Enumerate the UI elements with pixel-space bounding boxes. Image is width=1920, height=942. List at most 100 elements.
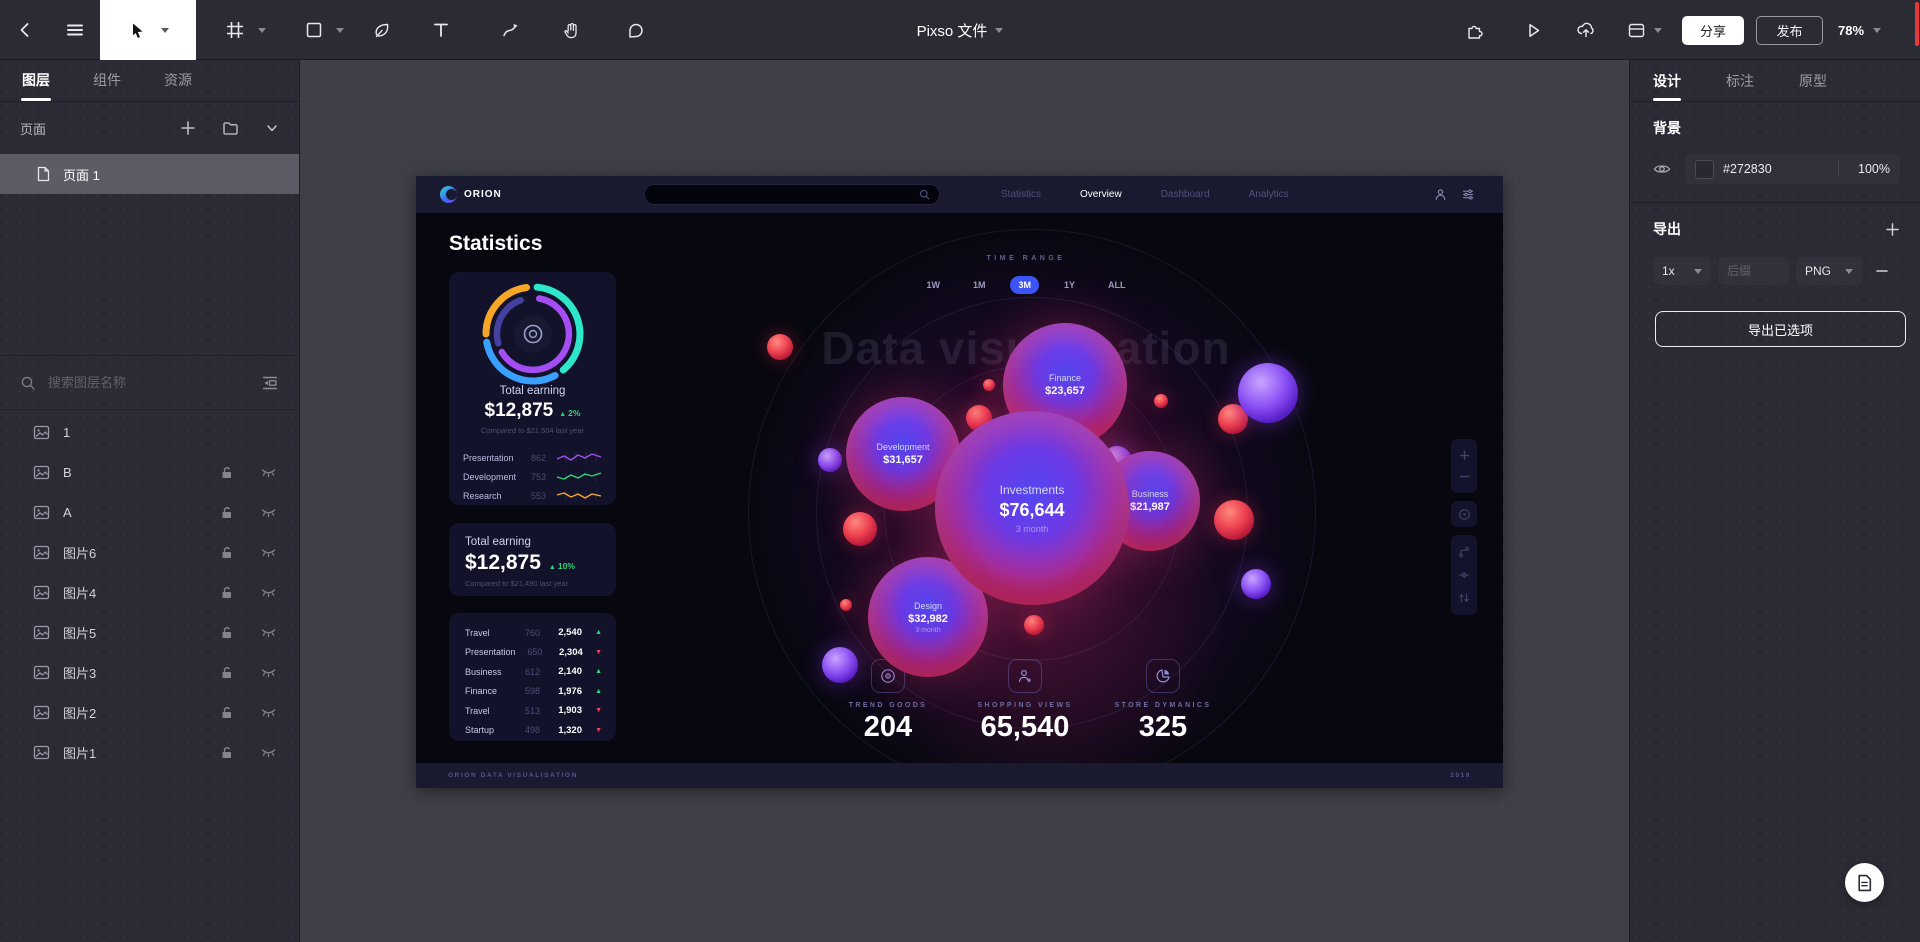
export-scale-select[interactable]: 1x bbox=[1653, 257, 1711, 285]
time-tab-1m[interactable]: 1M bbox=[965, 276, 994, 294]
collapse-pages-button[interactable] bbox=[265, 121, 279, 135]
eye-closed-icon[interactable] bbox=[260, 545, 277, 559]
feedback-fab-button[interactable] bbox=[1845, 863, 1884, 902]
layer-row[interactable]: 图片2 bbox=[0, 692, 299, 732]
add-page-button[interactable] bbox=[180, 120, 196, 136]
unlock-icon[interactable] bbox=[219, 585, 234, 600]
tab-layers[interactable]: 图层 bbox=[22, 70, 50, 92]
series-label: Presentation bbox=[463, 453, 516, 463]
unlock-icon[interactable] bbox=[219, 545, 234, 560]
layer-row[interactable]: 图片1 bbox=[0, 732, 299, 772]
trend-arrow-icon bbox=[582, 688, 602, 695]
kpi-label: STORE DYMANICS bbox=[1078, 702, 1248, 709]
row-total: 1,320 bbox=[540, 725, 582, 736]
upload-button[interactable] bbox=[1573, 0, 1599, 60]
time-tab-all[interactable]: ALL bbox=[1100, 276, 1134, 294]
remove-export-button[interactable] bbox=[1875, 264, 1889, 278]
row-name: Travel bbox=[465, 628, 512, 638]
color-swatch[interactable] bbox=[1695, 160, 1714, 179]
file-title-text: Pixso 文件 bbox=[917, 20, 988, 41]
tab-components[interactable]: 组件 bbox=[93, 70, 121, 92]
layer-name: 图片6 bbox=[63, 543, 206, 562]
eye-open-icon[interactable] bbox=[1653, 162, 1671, 176]
eye-closed-icon[interactable] bbox=[260, 665, 277, 679]
kpi-value: 325 bbox=[1078, 711, 1248, 744]
earning-card[interactable]: Total earning $12,875 2% Compared to $21… bbox=[449, 272, 616, 505]
series-label: Research bbox=[463, 491, 516, 501]
eye-closed-icon[interactable] bbox=[260, 745, 277, 759]
eye-closed-icon[interactable] bbox=[260, 625, 277, 639]
zoom-control[interactable]: 78% bbox=[1838, 0, 1881, 60]
page-folder-button[interactable] bbox=[222, 120, 239, 136]
eye-closed-icon[interactable] bbox=[260, 585, 277, 599]
unlock-icon[interactable] bbox=[219, 705, 234, 720]
layer-row[interactable]: 图片4 bbox=[0, 572, 299, 612]
layer-row[interactable]: A bbox=[0, 492, 299, 532]
layer-row[interactable]: 图片5 bbox=[0, 612, 299, 652]
design-footer: ORION DATA VISUALISATION 2019 bbox=[416, 763, 1503, 788]
trend-arrow-icon bbox=[583, 649, 602, 656]
time-tab-3m[interactable]: 3M bbox=[1010, 276, 1039, 294]
time-tab-1y[interactable]: 1Y bbox=[1056, 276, 1083, 294]
layer-search-input[interactable] bbox=[48, 375, 249, 390]
background-hex-value[interactable]: #272830 bbox=[1723, 162, 1829, 176]
add-export-button[interactable] bbox=[1885, 222, 1900, 237]
present-button[interactable] bbox=[1520, 0, 1546, 60]
canvas[interactable]: ORION Statistics Overview Dashboard Anal… bbox=[300, 60, 1629, 942]
target-icon bbox=[1458, 508, 1471, 521]
layer-search-row bbox=[0, 355, 299, 410]
export-format-select[interactable]: PNG bbox=[1796, 257, 1862, 285]
row-name: Business bbox=[465, 667, 512, 677]
footer-brand: ORION DATA VISUALISATION bbox=[448, 772, 578, 779]
page-item-selected[interactable]: 页面 1 bbox=[0, 154, 299, 194]
share-button[interactable]: 分享 bbox=[1682, 16, 1744, 45]
bubble-value: $76,644 bbox=[999, 500, 1064, 521]
cloud-upload-icon bbox=[1576, 20, 1596, 40]
design-inspector: 设计 标注 原型 背景 #272830 100% 导出 1x PNG bbox=[1629, 60, 1920, 942]
decorative-sphere bbox=[843, 512, 877, 546]
unlock-icon[interactable] bbox=[219, 625, 234, 640]
design-logo: ORION bbox=[440, 186, 502, 203]
swap-arrows-icon bbox=[1458, 592, 1470, 604]
decorative-sphere bbox=[983, 379, 995, 391]
tab-annotate[interactable]: 标注 bbox=[1726, 71, 1754, 91]
series-value: 553 bbox=[522, 491, 546, 501]
earning-card-2[interactable]: Total earning $12,875 10% Compared to $2… bbox=[449, 523, 616, 596]
eye-closed-icon[interactable] bbox=[260, 705, 277, 719]
design-frame[interactable]: ORION Statistics Overview Dashboard Anal… bbox=[416, 176, 1503, 788]
series-label: Development bbox=[463, 472, 516, 482]
layout-caret[interactable] bbox=[1652, 0, 1664, 60]
background-color-control[interactable]: #272830 100% bbox=[1685, 154, 1900, 184]
unlock-icon[interactable] bbox=[219, 665, 234, 680]
tab-assets[interactable]: 资源 bbox=[164, 70, 192, 92]
bubble-label: Business bbox=[1132, 489, 1169, 499]
unlock-icon[interactable] bbox=[219, 505, 234, 520]
eye-closed-icon[interactable] bbox=[260, 505, 277, 519]
unlock-icon[interactable] bbox=[219, 745, 234, 760]
bubble-label: Design bbox=[914, 601, 942, 611]
layer-row[interactable]: 图片3 bbox=[0, 652, 299, 692]
tab-prototype[interactable]: 原型 bbox=[1799, 71, 1827, 91]
tab-design[interactable]: 设计 bbox=[1653, 71, 1681, 91]
bubble-value: $32,982 bbox=[908, 613, 948, 625]
layer-row[interactable]: 图片6 bbox=[0, 532, 299, 572]
row-total: 1,903 bbox=[540, 705, 582, 716]
export-selected-button[interactable]: 导出已选项 bbox=[1655, 311, 1906, 347]
unlock-icon[interactable] bbox=[219, 465, 234, 480]
publish-button[interactable]: 发布 bbox=[1756, 16, 1823, 45]
locate-layer-icon[interactable] bbox=[261, 375, 279, 391]
background-opacity-value[interactable]: 100% bbox=[1848, 162, 1890, 176]
bubble-investments[interactable]: Investments $76,644 3 month bbox=[935, 411, 1129, 605]
layer-name: 图片3 bbox=[63, 663, 206, 682]
layer-name: B bbox=[63, 465, 206, 480]
plugins-button[interactable] bbox=[1461, 0, 1487, 60]
eye-closed-icon[interactable] bbox=[260, 465, 277, 479]
export-suffix-input[interactable] bbox=[1718, 257, 1789, 285]
page-document-icon bbox=[36, 166, 51, 182]
layer-row[interactable]: 1 bbox=[0, 412, 299, 452]
time-tab-1w[interactable]: 1W bbox=[918, 276, 948, 294]
design-search-bar bbox=[644, 184, 940, 205]
category-table-card[interactable]: Travel 760 2,540 Presentation 650 2,304 … bbox=[449, 613, 616, 741]
layer-row[interactable]: B bbox=[0, 452, 299, 492]
layout-panels-button[interactable] bbox=[1623, 0, 1649, 60]
